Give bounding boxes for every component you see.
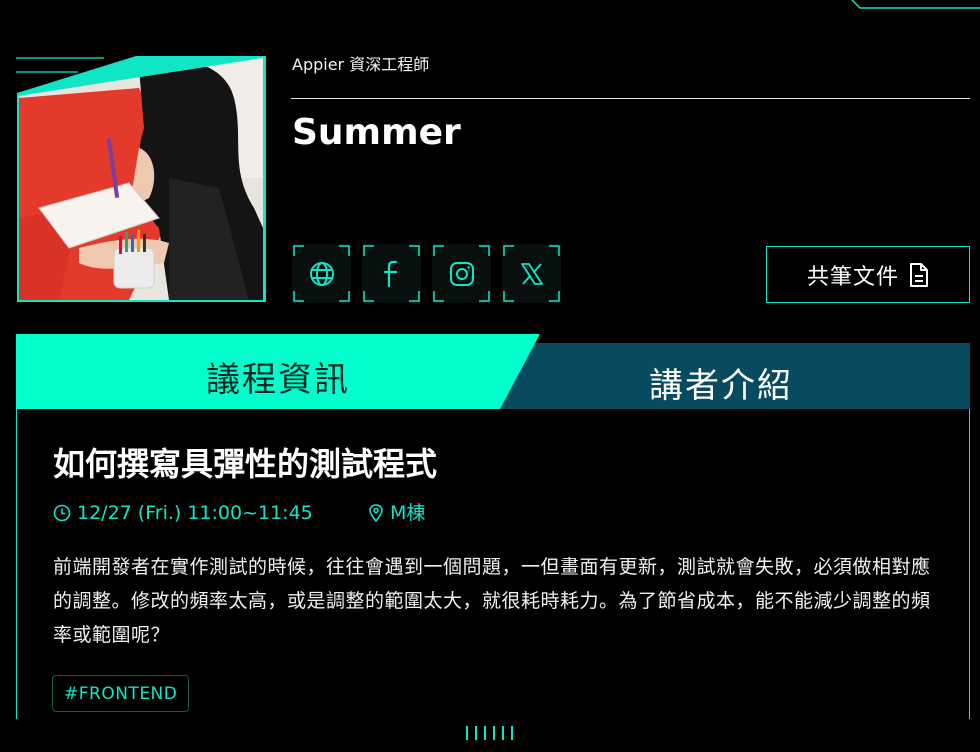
- speaker-photo: [19, 58, 263, 300]
- clock-icon: [53, 504, 71, 522]
- session-description: 前端開發者在實作測試的時候，往往會遇到一個問題，一但畫面有更新，測試就會失敗，必…: [53, 556, 931, 646]
- session-time: 12/27 (Fri.) 11:00~11:45: [53, 500, 313, 526]
- document-icon: [910, 262, 928, 287]
- facebook-link[interactable]: [362, 244, 421, 303]
- corner-decoration: [851, 0, 980, 9]
- tab-backgrounds: [16, 334, 970, 409]
- tab-session-info[interactable]: 議程資訊: [206, 352, 350, 401]
- scroll-tick: [475, 726, 477, 740]
- x-icon: [520, 262, 543, 285]
- speaker-name: Summer: [292, 112, 461, 153]
- globe-icon: [309, 261, 334, 286]
- scroll-tick: [493, 726, 495, 740]
- scroll-tick: [466, 726, 468, 740]
- scroll-tick: [484, 726, 486, 740]
- scroll-indicator[interactable]: [466, 726, 526, 740]
- location-pin-icon: [369, 504, 383, 522]
- tab-speaker-intro[interactable]: 講者介紹: [649, 358, 793, 407]
- tab-bar: 議程資訊 講者介紹: [16, 334, 970, 409]
- session-location: M棟: [368, 500, 425, 526]
- instagram-icon: [449, 261, 474, 286]
- shared-notes-label: 共筆文件: [806, 264, 899, 290]
- scroll-tick: [502, 726, 504, 740]
- session-location-text: M棟: [390, 502, 426, 524]
- website-link[interactable]: [292, 244, 351, 303]
- session-title: 如何撰寫具彈性的測試程式: [53, 445, 438, 483]
- topic-tag[interactable]: #FRONTEND: [52, 675, 190, 712]
- speaker-role: Appier 資深工程師: [292, 55, 430, 74]
- shared-notes-button[interactable]: 共筆文件: [766, 246, 970, 303]
- instagram-link[interactable]: [432, 244, 491, 303]
- header-divider: [291, 98, 970, 99]
- scroll-tick: [511, 726, 513, 740]
- session-time-text: 12/27 (Fri.) 11:00~11:45: [77, 502, 313, 524]
- facebook-icon: [383, 260, 397, 287]
- x-link[interactable]: [502, 244, 561, 303]
